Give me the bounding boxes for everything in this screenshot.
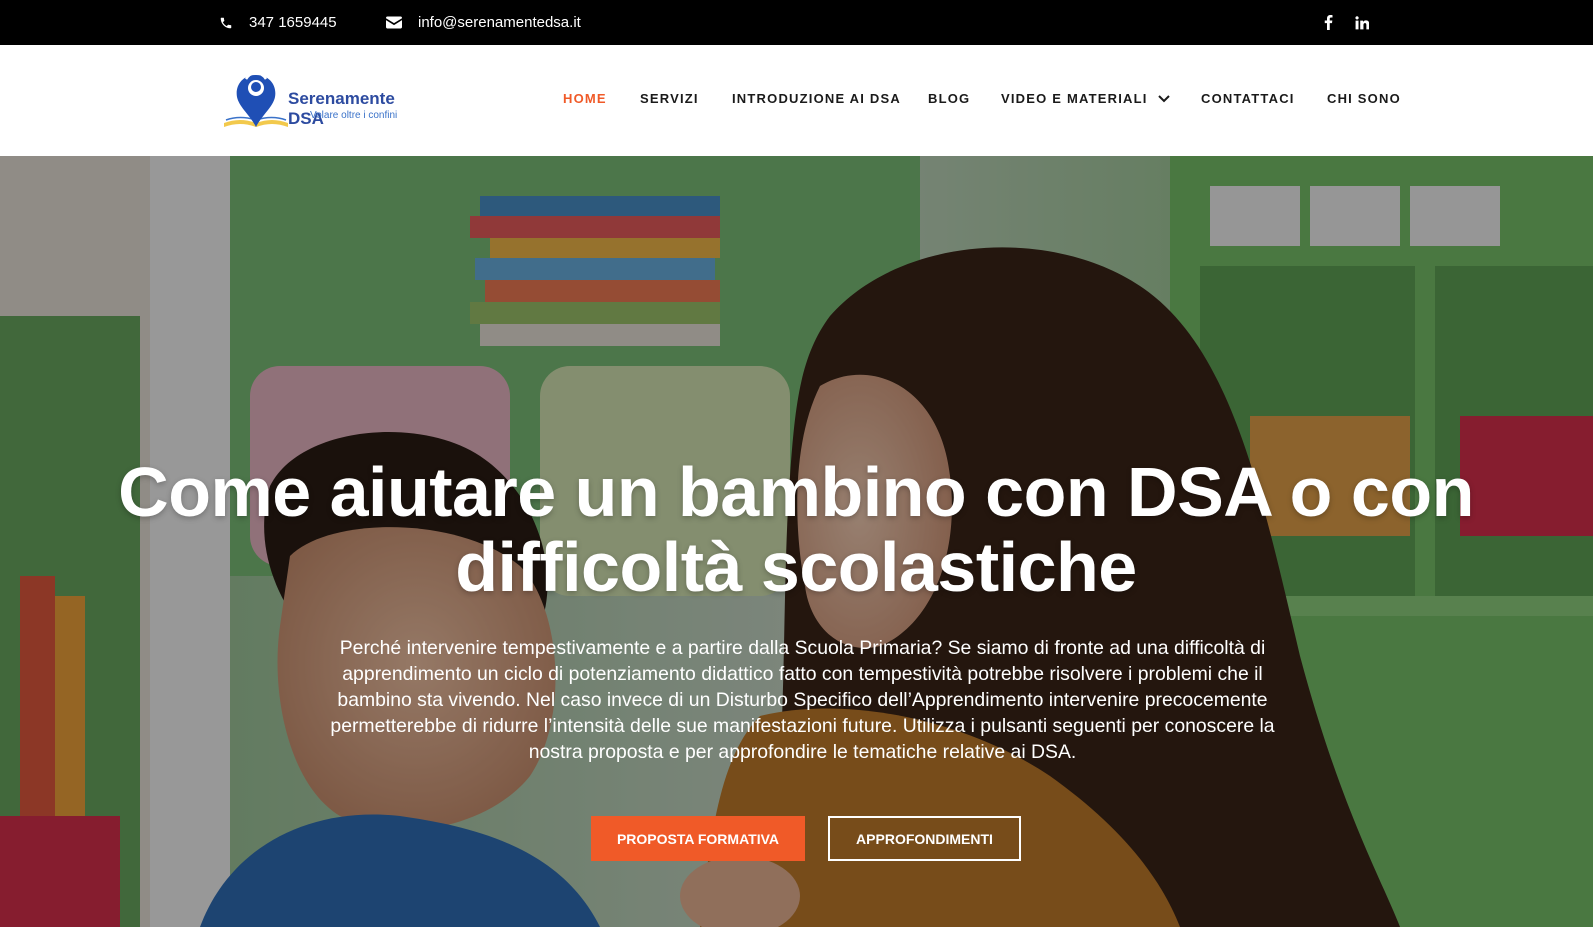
- proposta-formativa-button[interactable]: PROPOSTA FORMATIVA: [591, 816, 805, 861]
- nav-item-home[interactable]: HOME: [563, 91, 607, 106]
- facebook-icon[interactable]: [1324, 15, 1333, 30]
- approfondimenti-button[interactable]: APPROFONDIMENTI: [828, 816, 1021, 861]
- nav-item-contattaci[interactable]: CONTATTACI: [1201, 91, 1295, 106]
- nav-item-video-e-materiali[interactable]: VIDEO E MATERIALI: [1001, 91, 1170, 106]
- envelope-icon: [386, 16, 402, 29]
- logo-tagline: Volare oltre i confini: [310, 110, 398, 121]
- phone-number: 347 1659445: [249, 14, 337, 31]
- logo-brand: Serenamente DSA: [288, 89, 395, 128]
- top-bar: 347 1659445 info@serenamentedsa.it: [0, 0, 1593, 45]
- chevron-down-icon: [1157, 94, 1170, 102]
- email-address: info@serenamentedsa.it: [418, 14, 581, 31]
- nav-item-blog[interactable]: BLOG: [928, 91, 970, 106]
- email-contact[interactable]: info@serenamentedsa.it: [386, 0, 581, 45]
- nav-item-servizi[interactable]: SERVIZI: [640, 91, 699, 106]
- site-logo[interactable]: Serenamente DSA Volare oltre i confini: [222, 71, 422, 133]
- phone-icon: [220, 17, 232, 28]
- phone-contact[interactable]: 347 1659445: [219, 0, 337, 45]
- site-header: Serenamente DSA Volare oltre i confini H…: [0, 45, 1593, 156]
- hero-description: Perché intervenire tempestivamente e a p…: [330, 637, 1275, 763]
- nav-item-introduzione-ai-dsa[interactable]: INTRODUZIONE AI DSA: [732, 91, 901, 106]
- hero-title: Come aiutare un bambino con DSA o con di…: [118, 453, 1474, 606]
- hero-section: Come aiutare un bambino con DSA o con di…: [0, 156, 1593, 927]
- nav-item-chi-sono[interactable]: CHI SONO: [1327, 91, 1401, 106]
- logo-mark-icon: [224, 71, 288, 127]
- social-links: [1324, 0, 1369, 45]
- linkedin-icon[interactable]: [1355, 15, 1369, 30]
